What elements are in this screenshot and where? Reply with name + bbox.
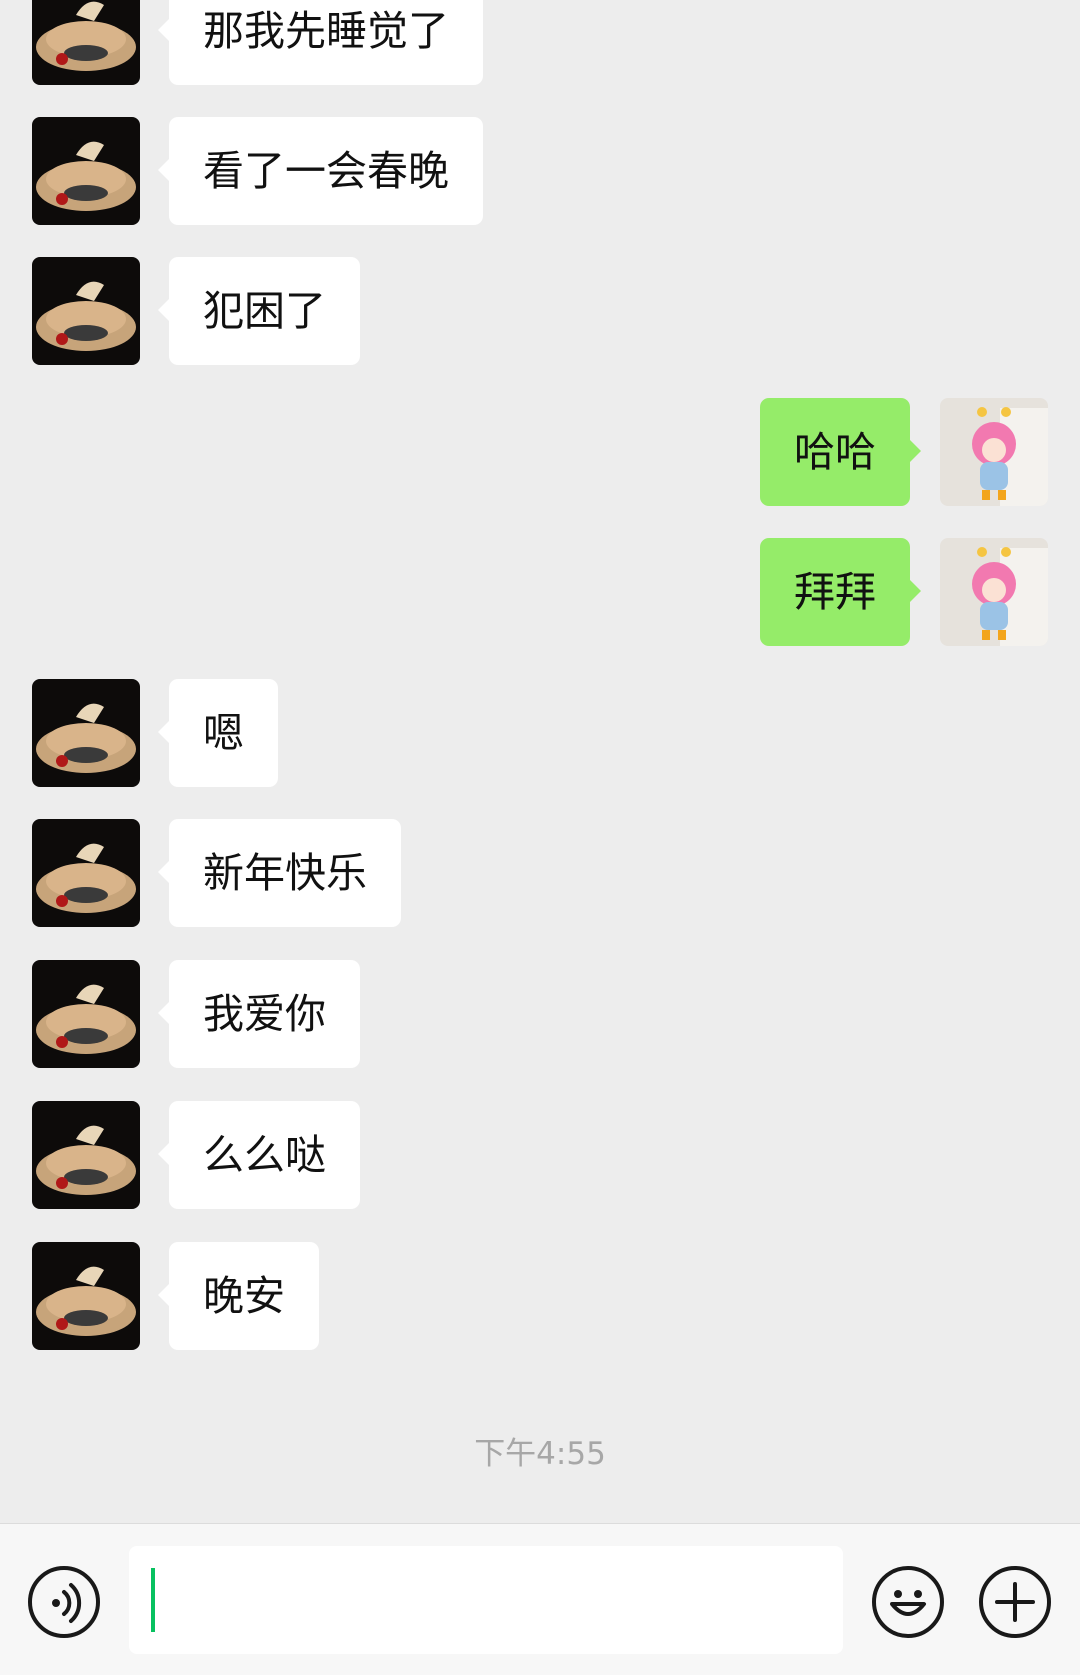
self-avatar[interactable] [940, 398, 1048, 506]
bubble-tail [910, 440, 921, 462]
contact-avatar[interactable] [32, 679, 140, 787]
contact-avatar[interactable] [32, 1242, 140, 1350]
contact-avatar[interactable] [32, 1101, 140, 1209]
message-row: 那我先睡觉了 [32, 0, 1072, 85]
bubble-tail [158, 861, 169, 883]
contact-avatar[interactable] [32, 257, 140, 365]
message-text: 哈哈 [794, 428, 876, 476]
self-avatar[interactable] [940, 538, 1048, 646]
contact-avatar[interactable] [32, 819, 140, 927]
message-row: 犯困了 [32, 257, 1072, 365]
message-bubble[interactable]: 晚安 [158, 1242, 319, 1350]
bubble-tail [158, 1284, 169, 1306]
message-text: 犯困了 [203, 287, 326, 335]
message-bubble[interactable]: 犯困了 [158, 257, 360, 365]
message-row: 哈哈 [0, 398, 1080, 506]
voice-icon [32, 1570, 96, 1634]
bubble-tail [158, 299, 169, 321]
message-bubble[interactable]: 我爱你 [158, 960, 360, 1068]
message-timestamp: 下午4:55 [474, 1436, 606, 1472]
plus-icon [983, 1570, 1047, 1634]
bubble-tail [158, 159, 169, 181]
message-row: 看了一会春晚 [32, 117, 1072, 225]
message-text: 看了一会春晚 [203, 147, 449, 195]
emoji-button[interactable] [872, 1566, 944, 1638]
message-text: 晚安 [203, 1272, 285, 1320]
message-row: 我爱你 [32, 960, 1072, 1068]
bubble-tail [158, 1143, 169, 1165]
more-button[interactable] [979, 1566, 1051, 1638]
message-text: 拜拜 [794, 568, 876, 616]
bubble-tail [158, 19, 169, 41]
bubble-tail [910, 580, 921, 602]
message-input[interactable] [129, 1546, 843, 1654]
message-text: 新年快乐 [203, 849, 367, 897]
message-row: 么么哒 [32, 1101, 1072, 1209]
emoji-icon [876, 1570, 940, 1634]
message-bubble[interactable]: 新年快乐 [158, 819, 401, 927]
message-row: 拜拜 [0, 538, 1080, 646]
input-toolbar [0, 1523, 1080, 1675]
message-text: 嗯 [203, 709, 244, 757]
message-bubble[interactable]: 么么哒 [158, 1101, 360, 1209]
contact-avatar[interactable] [32, 0, 140, 85]
contact-avatar[interactable] [32, 117, 140, 225]
chat-area[interactable]: 那我先睡觉了 看了一会春晚 犯困了 哈哈 拜拜 嗯 新年快乐 我爱你 么么哒 晚… [0, 0, 1080, 1523]
bubble-tail [158, 1002, 169, 1024]
message-row: 嗯 [32, 679, 1072, 787]
text-cursor [151, 1568, 155, 1632]
message-bubble[interactable]: 拜拜 [760, 538, 921, 646]
contact-avatar[interactable] [32, 960, 140, 1068]
message-bubble[interactable]: 那我先睡觉了 [158, 0, 483, 85]
message-bubble[interactable]: 哈哈 [760, 398, 921, 506]
message-row: 新年快乐 [32, 819, 1072, 927]
message-bubble[interactable]: 嗯 [158, 679, 278, 787]
message-text: 我爱你 [203, 990, 326, 1038]
voice-button[interactable] [28, 1566, 100, 1638]
message-text: 那我先睡觉了 [203, 7, 449, 55]
message-row: 晚安 [32, 1242, 1072, 1350]
message-text: 么么哒 [203, 1131, 326, 1179]
message-bubble[interactable]: 看了一会春晚 [158, 117, 483, 225]
bubble-tail [158, 721, 169, 743]
